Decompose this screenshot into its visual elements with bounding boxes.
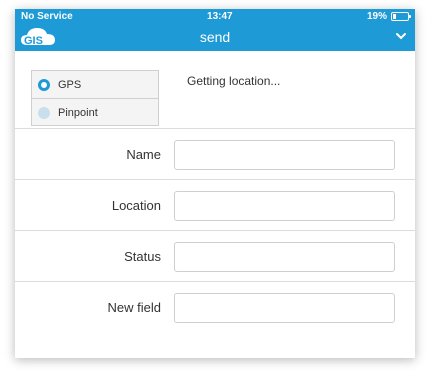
nav-bar: GIS send [15, 23, 415, 51]
battery-indicator: 19% [366, 10, 411, 22]
form-fields: Name Location Status New field [15, 129, 415, 332]
clock: 13:47 [207, 10, 233, 22]
location-input[interactable] [174, 191, 395, 221]
location-label: Location [111, 198, 161, 213]
battery-percent: 19% [366, 10, 387, 22]
status-input[interactable] [174, 242, 395, 272]
carrier-label: No Service [21, 10, 73, 22]
name-input[interactable] [174, 140, 395, 170]
location-status-text: Getting location... [187, 74, 281, 88]
pinpoint-option[interactable]: Pinpoint [32, 98, 158, 126]
status-label: Status [124, 249, 161, 264]
svg-text:GIS: GIS [24, 35, 43, 47]
pinpoint-radio[interactable] [38, 106, 50, 119]
field-row-status: Status [15, 231, 415, 282]
page-title: send [199, 29, 231, 45]
name-label: Name [126, 147, 161, 162]
battery-icon [390, 11, 411, 21]
location-section: GPS Pinpoint Getting location... [15, 51, 415, 129]
pinpoint-label: Pinpoint [58, 106, 98, 119]
chevron-down-icon[interactable] [395, 29, 407, 47]
gps-option[interactable]: GPS [32, 71, 158, 98]
gps-label: GPS [58, 78, 82, 91]
location-mode-selector: GPS Pinpoint [31, 70, 159, 126]
gps-radio[interactable] [38, 78, 50, 91]
status-bar: No Service 13:47 19% [15, 9, 415, 23]
field-row-new-field: New field [15, 282, 415, 332]
gis-logo: GIS [19, 25, 59, 54]
field-row-location: Location [15, 180, 415, 231]
app-window: No Service 13:47 19% GIS send GPS Pinpoi… [15, 9, 415, 358]
field-row-name: Name [15, 129, 415, 180]
new-field-label: New field [107, 300, 161, 315]
new-field-input[interactable] [174, 293, 395, 323]
